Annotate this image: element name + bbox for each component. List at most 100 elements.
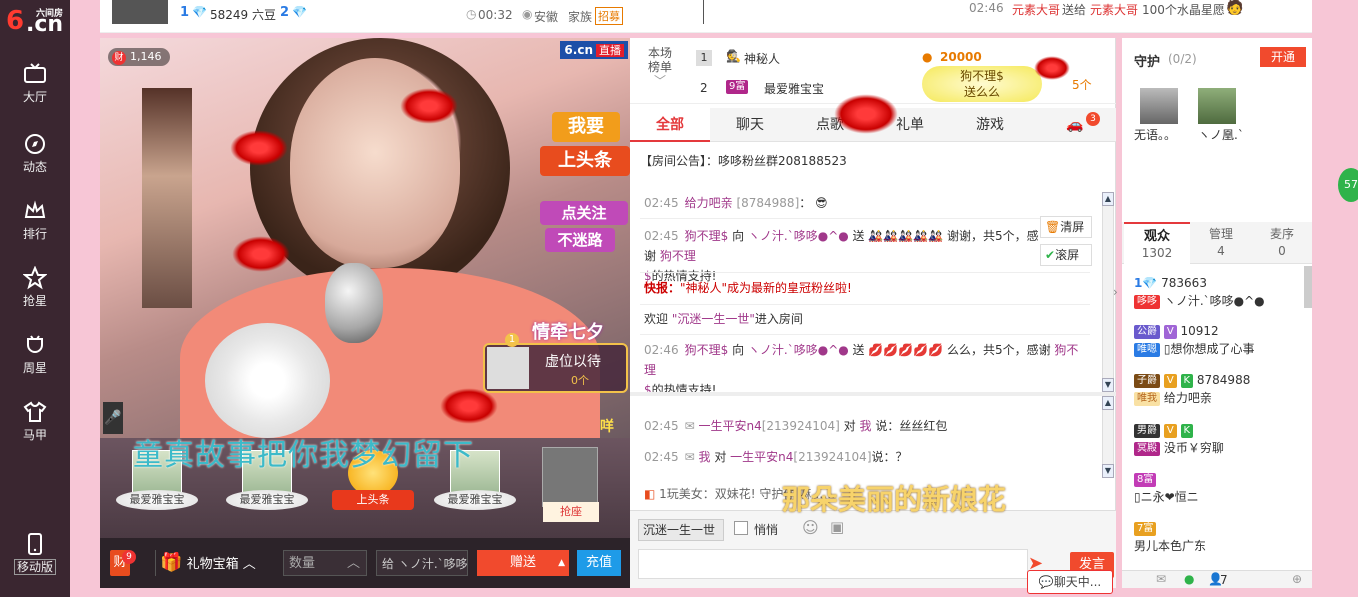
audience-row[interactable]: 7富 男儿本色广东 <box>1134 519 1304 555</box>
clear-label: 清屏 <box>1060 220 1085 234</box>
mic-icon[interactable]: 🎤 <box>103 402 123 434</box>
nav-item-vest[interactable]: 马甲 <box>0 396 70 458</box>
msg-to: 对 <box>714 450 727 464</box>
msg-user[interactable]: 狗不理$ <box>685 343 729 357</box>
audience-row[interactable]: 1💎 783663 哆哆 ヽノ汁.`哆哆●^● <box>1134 274 1304 310</box>
msg-user[interactable]: 一生平安n4 <box>730 450 793 464</box>
guard-avatar[interactable] <box>1198 88 1236 124</box>
private-message: 02:45 ✉ 我 对 一生平安n4[213924104]说：？ <box>644 447 1089 467</box>
rank-name[interactable]: 最爱雅宝宝 <box>764 80 824 97</box>
msg-to: 向 <box>732 343 745 357</box>
nav-item-mobile[interactable]: 移动版 <box>0 528 70 590</box>
floating-badge[interactable]: 57 <box>1338 168 1358 202</box>
nav-label: 移动版 <box>13 559 56 575</box>
audience-row[interactable]: 公爵 V 10912 唯嗯 ▯想你想成了心事 <box>1134 322 1304 358</box>
msg-target[interactable]: ヽノ汁.`哆哆●^● <box>748 343 849 357</box>
msg-time: 02:45 <box>644 196 679 210</box>
guard-name[interactable]: 无语。。 <box>1134 126 1176 143</box>
audience-scrollbar[interactable] <box>1304 266 1312 308</box>
noble-badge: 公爵 <box>1134 324 1160 339</box>
microphone-prop <box>325 263 383 343</box>
collapse-arrow-icon[interactable]: › <box>1113 285 1118 299</box>
fan-level: 2 <box>280 5 290 20</box>
tab-chat[interactable]: 聊天 <box>710 108 790 142</box>
scroll-down-button[interactable]: ▼ <box>1102 464 1114 478</box>
gift-sender[interactable]: 元素大哥 <box>1012 1 1060 18</box>
notice-text: 哆哆粉丝群208188523 <box>718 154 847 168</box>
msg-target[interactable]: ヽノ汁.`哆哆●^● <box>748 229 849 243</box>
love-seat-card[interactable]: 1 虚位以待 0个 <box>483 333 628 393</box>
car-icon: 🚗 <box>1066 117 1084 133</box>
guard-avatar[interactable] <box>1140 88 1178 124</box>
audience-row[interactable]: 子爵 V K 8784988 唯我 给力吧亲 <box>1134 371 1304 407</box>
msg-user[interactable]: 给力吧亲 <box>685 196 733 210</box>
welcome-user[interactable]: "沉迷一生一世" <box>672 312 755 326</box>
grab-seat-button[interactable]: 抢座 <box>542 447 599 522</box>
gift-receiver[interactable]: 元素大哥 <box>1090 1 1138 18</box>
chat-split-handle[interactable] <box>630 392 1116 396</box>
guard-name[interactable]: ヽノ凰.` <box>1198 126 1244 143</box>
grab-seat-label: 抢座 <box>543 502 599 522</box>
nav-item-star[interactable]: 抢星 <box>0 262 70 324</box>
tab-mic-queue[interactable]: 麦序 0 <box>1252 222 1312 264</box>
shirt-icon <box>23 401 47 422</box>
chat-minimized-button[interactable]: 💬聊天中... <box>1027 570 1113 594</box>
tab-label: 管理 <box>1208 227 1233 241</box>
give-label: 赠送 <box>509 555 536 570</box>
give-gift-button[interactable]: 赠送 ▲ <box>477 550 569 576</box>
seat-name: 最爱雅宝宝 <box>116 490 198 510</box>
quantity-input[interactable]: 数量 ︿ <box>283 550 367 576</box>
site-logo[interactable]: 6 .cn 六间房 <box>4 4 68 40</box>
live-video[interactable]: 财 1,146 6.cn 直播 我要 上头条 点关注 不迷路 情牵七夕 1 虚位以待… <box>100 38 630 438</box>
tab-admins[interactable]: 管理 4 <box>1190 222 1252 264</box>
nav-item-hall[interactable]: 大厅 <box>0 58 70 120</box>
msg-text: 说：？ <box>871 450 908 464</box>
tab-count: 0 <box>1278 244 1286 258</box>
user-name: 想你想成了心事 <box>1170 342 1255 356</box>
promo-stay[interactable]: 不迷路 <box>545 228 615 252</box>
recipient-select[interactable]: 给 ヽノ汁.`哆哆 <box>376 550 468 576</box>
promo-follow[interactable]: 点关注 <box>540 201 628 225</box>
nav-item-rank[interactable]: 排行 <box>0 195 70 257</box>
rank-name[interactable]: 神秘人 <box>744 50 780 67</box>
auto-scroll-button[interactable]: ✔滚屏 <box>1040 244 1092 266</box>
mail-icon[interactable]: ✉ <box>1156 572 1166 586</box>
whisper-checkbox[interactable] <box>734 521 748 535</box>
chat-target-select[interactable]: 沉迷一生一世 <box>638 519 724 541</box>
image-icon[interactable]: ▣ <box>830 518 844 536</box>
scroll-up-button[interactable]: ▲ <box>1102 192 1114 206</box>
zoom-icon[interactable]: ⊕ <box>1292 572 1302 586</box>
nav-item-feed[interactable]: 动态 <box>0 128 70 190</box>
nav-item-weekly[interactable]: 周星 <box>0 329 70 391</box>
kiss-effect-icon <box>1034 56 1070 80</box>
promo-want[interactable]: 我要 <box>552 112 620 142</box>
clear-screen-button[interactable]: 🗑清屏 <box>1040 216 1092 238</box>
scroll-down-button[interactable]: ▼ <box>1102 378 1114 392</box>
noble-badge: 子爵 <box>1134 373 1160 388</box>
gift-box-button[interactable]: 🎁 礼物宝箱 ︿ <box>155 550 275 576</box>
family-recruit-badge[interactable]: 招募 <box>595 7 623 25</box>
song-overlay: 那朵美丽的新娘花 <box>782 483 1007 516</box>
status-icon[interactable]: ● <box>1184 572 1194 586</box>
audience-row[interactable]: 男爵 V K 冥殿 没币￥穷聊 <box>1134 421 1304 457</box>
chat-input[interactable] <box>638 549 1028 579</box>
tab-audience[interactable]: 观众 1302 <box>1124 222 1190 264</box>
recharge-label: 充值 <box>585 555 612 570</box>
tab-all[interactable]: 全部 <box>630 108 710 142</box>
tab-games[interactable]: 游戏 <box>950 108 1030 142</box>
recharge-button[interactable]: 充值 <box>577 550 621 576</box>
host-avatar[interactable] <box>112 0 168 24</box>
msg-user[interactable]: 一生平安n4 <box>698 419 761 433</box>
msg-user[interactable]: 狗不理 <box>660 249 696 263</box>
msg-time: 02:46 <box>644 343 679 357</box>
msg-user[interactable]: 狗不理$ <box>685 229 729 243</box>
rank-toggle[interactable]: 本场 榜单 ﹀ <box>636 46 684 88</box>
emoji-icon[interactable]: ☺ <box>802 518 819 537</box>
promo-headline[interactable]: 上头条 <box>540 146 630 176</box>
scroll-up-button[interactable]: ▲ <box>1102 396 1114 410</box>
msg-me: 我 <box>698 450 711 464</box>
open-guard-button[interactable]: 开通 <box>1260 47 1306 67</box>
user-icon: 🕵 <box>726 49 741 63</box>
audience-row[interactable]: 8富 ▯ニ永❤恒ニ <box>1134 470 1304 506</box>
seat-rank: 1 <box>505 333 519 347</box>
